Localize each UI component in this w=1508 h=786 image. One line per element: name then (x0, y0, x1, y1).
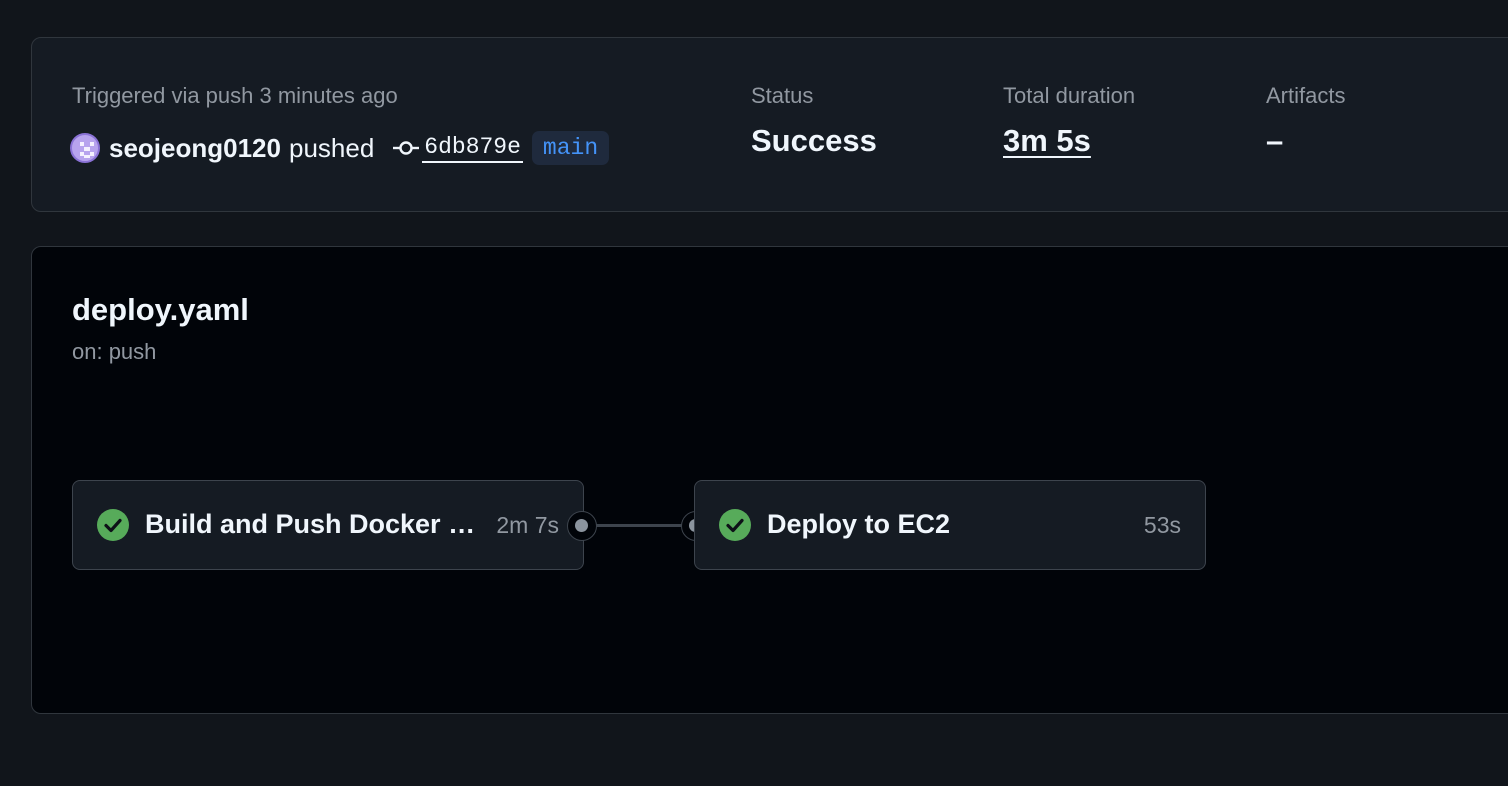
duration-label: Total duration (1003, 83, 1136, 108)
branch-label[interactable]: main (531, 131, 610, 165)
duration-column: Total duration 3m 5s (1003, 83, 1135, 159)
job-deploy-to-ec2[interactable]: Deploy to EC2 53s (694, 480, 1206, 570)
avatar[interactable] (70, 133, 100, 163)
workflow-graph-card: deploy.yaml on: push Build and Push Dock… (31, 246, 1508, 714)
check-circle-fill-icon (719, 509, 751, 541)
status-column: Status Success (751, 83, 877, 159)
workflow-trigger: on: push (72, 339, 157, 364)
job-name: Deploy to EC2 (767, 509, 951, 539)
git-commit-icon (392, 138, 420, 158)
status-value: Success (751, 123, 877, 158)
push-action-text: pushed (288, 132, 375, 163)
job-build-and-push[interactable]: Build and Push Docker Image 2m 7s (72, 480, 584, 570)
artifacts-column: Artifacts – (1266, 83, 1345, 159)
trigger-label: Triggered via push 3 minutes ago (72, 83, 398, 108)
status-label: Status (751, 83, 814, 108)
artifacts-label: Artifacts (1266, 83, 1346, 108)
job-duration: 53s (1143, 512, 1181, 538)
actor-link[interactable]: seojeong0120 (109, 133, 281, 164)
duration-link[interactable]: 3m 5s (1003, 123, 1135, 159)
commit-line: seojeong0120 pushed 6db879e main (70, 128, 610, 168)
workflow-name: deploy.yaml (72, 292, 249, 327)
job-duration: 2m 7s (496, 512, 559, 538)
check-circle-fill-icon (97, 509, 129, 541)
artifacts-value: – (1266, 123, 1284, 158)
run-summary-card: Triggered via push 3 minutes ago seojeon… (31, 37, 1508, 212)
job-name: Build and Push Docker Image (145, 509, 477, 539)
job-output-handle (567, 511, 597, 541)
commit-sha-link[interactable]: 6db879e (422, 134, 523, 163)
